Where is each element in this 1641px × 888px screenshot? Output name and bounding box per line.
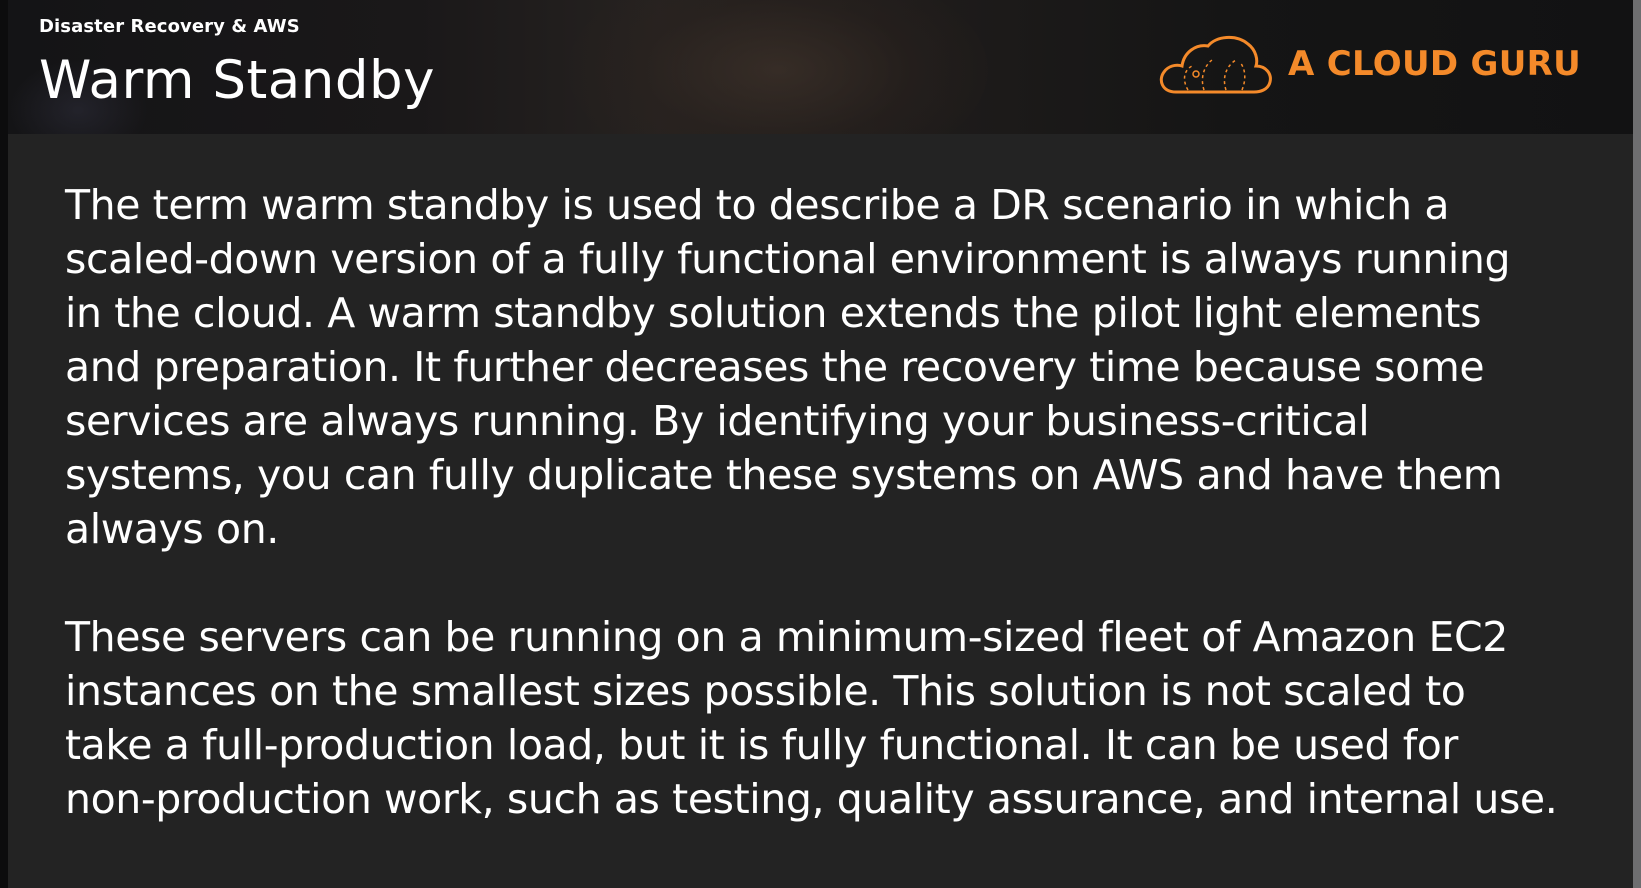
slide: Disaster Recovery & AWS Warm Standby A C… xyxy=(8,0,1633,888)
body-paragraph: The term warm standby is used to describ… xyxy=(65,181,1511,553)
slide-header: Disaster Recovery & AWS Warm Standby A C… xyxy=(8,0,1633,134)
brand-logo: A CLOUD GURU xyxy=(1156,30,1606,100)
brand-name: A CLOUD GURU xyxy=(1288,44,1582,84)
slide-body: The term warm standby is used to describ… xyxy=(65,178,1605,826)
cloud-guru-icon xyxy=(1159,36,1272,94)
course-title: Disaster Recovery & AWS xyxy=(39,16,300,37)
slide-title: Warm Standby xyxy=(39,50,435,111)
header-background-photo xyxy=(568,0,988,134)
body-paragraph: These servers can be running on a minimu… xyxy=(65,613,1558,823)
window-edge xyxy=(1633,0,1641,888)
